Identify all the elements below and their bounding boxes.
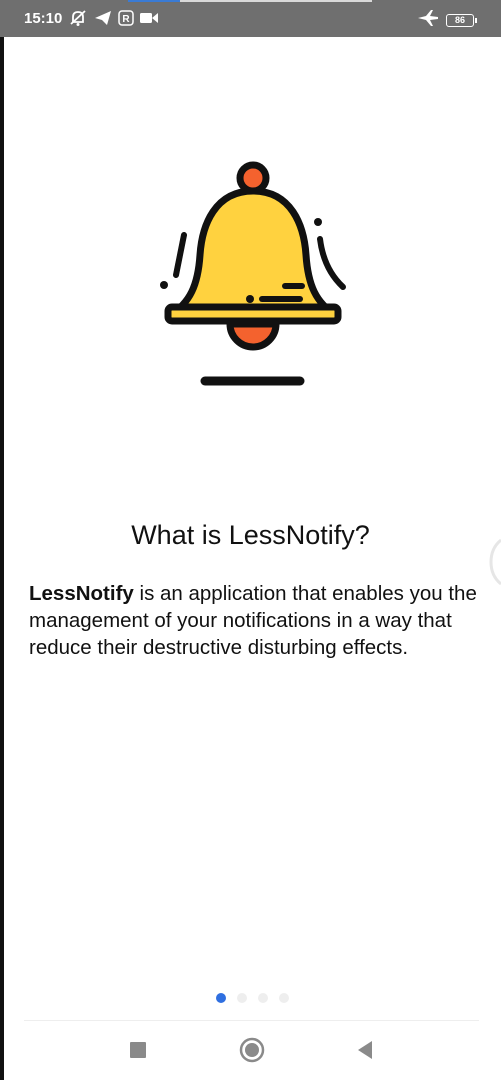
video-camera-icon [140,9,158,27]
page-dot-2[interactable] [237,993,247,1003]
bell-icon [150,155,350,395]
status-bar: 15:10 R 86 [0,0,501,37]
nav-divider [24,1020,479,1021]
page-dot-4[interactable] [279,993,289,1003]
airplane-mode-icon [418,9,438,27]
status-time: 15:10 [24,10,63,27]
recents-button[interactable] [118,1035,158,1065]
muted-notification-icon [68,9,88,27]
page-indicator [216,993,289,1003]
description: LessNotify is an application that enable… [29,580,484,661]
page-dot-3[interactable] [258,993,268,1003]
status-accent-line-2 [180,0,372,2]
r-icon: R [118,9,134,27]
home-button[interactable] [232,1035,272,1065]
page-title: What is LessNotify? [131,520,370,550]
back-button[interactable] [345,1035,385,1065]
page-dot-1[interactable] [216,993,226,1003]
battery-indicator: 86 [446,14,477,27]
svg-text:R: R [122,14,130,25]
telegram-icon [94,9,112,27]
status-accent-line [128,0,180,2]
description-app-name: LessNotify [29,582,134,605]
battery-level: 86 [454,15,465,25]
next-slide-edge [489,538,501,586]
